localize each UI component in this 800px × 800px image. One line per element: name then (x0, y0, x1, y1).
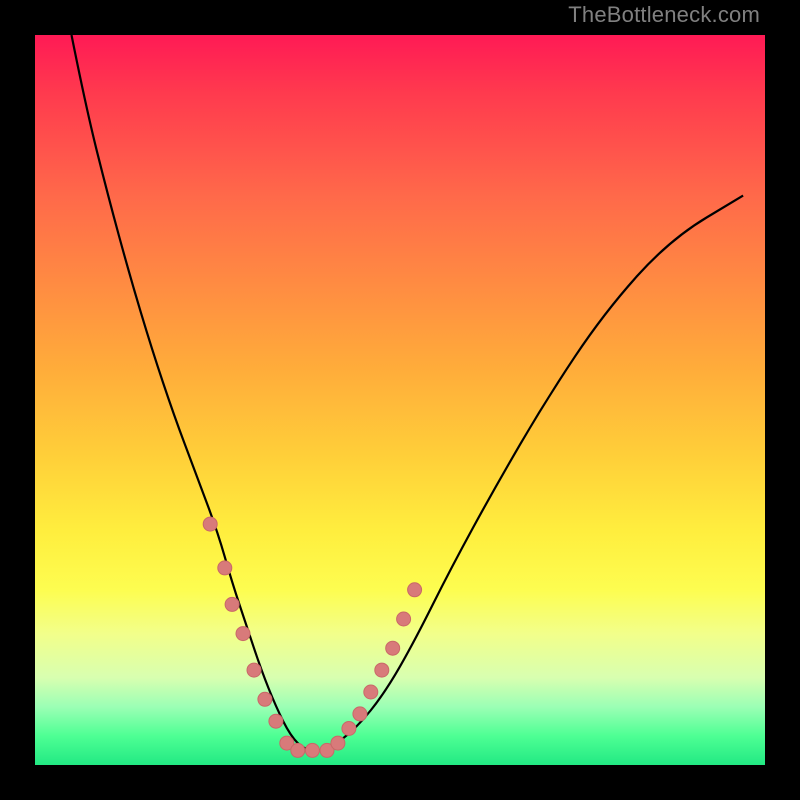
marker-point (258, 692, 272, 706)
marker-point (269, 714, 283, 728)
marker-point (331, 736, 345, 750)
marker-point (353, 707, 367, 721)
chart-frame: TheBottleneck.com (0, 0, 800, 800)
marker-point (203, 517, 217, 531)
marker-point (291, 743, 305, 757)
marker-point (342, 722, 356, 736)
bottleneck-curve (72, 35, 744, 750)
marker-point (364, 685, 378, 699)
marker-point (375, 663, 389, 677)
marker-point (397, 612, 411, 626)
marker-point (225, 597, 239, 611)
marker-point (236, 627, 250, 641)
chart-svg (35, 35, 765, 765)
marker-point (305, 743, 319, 757)
marker-point (218, 561, 232, 575)
marker-point (386, 641, 400, 655)
curve-markers (203, 517, 421, 757)
plot-area (35, 35, 765, 765)
watermark-text: TheBottleneck.com (568, 2, 760, 28)
marker-point (247, 663, 261, 677)
marker-point (408, 583, 422, 597)
